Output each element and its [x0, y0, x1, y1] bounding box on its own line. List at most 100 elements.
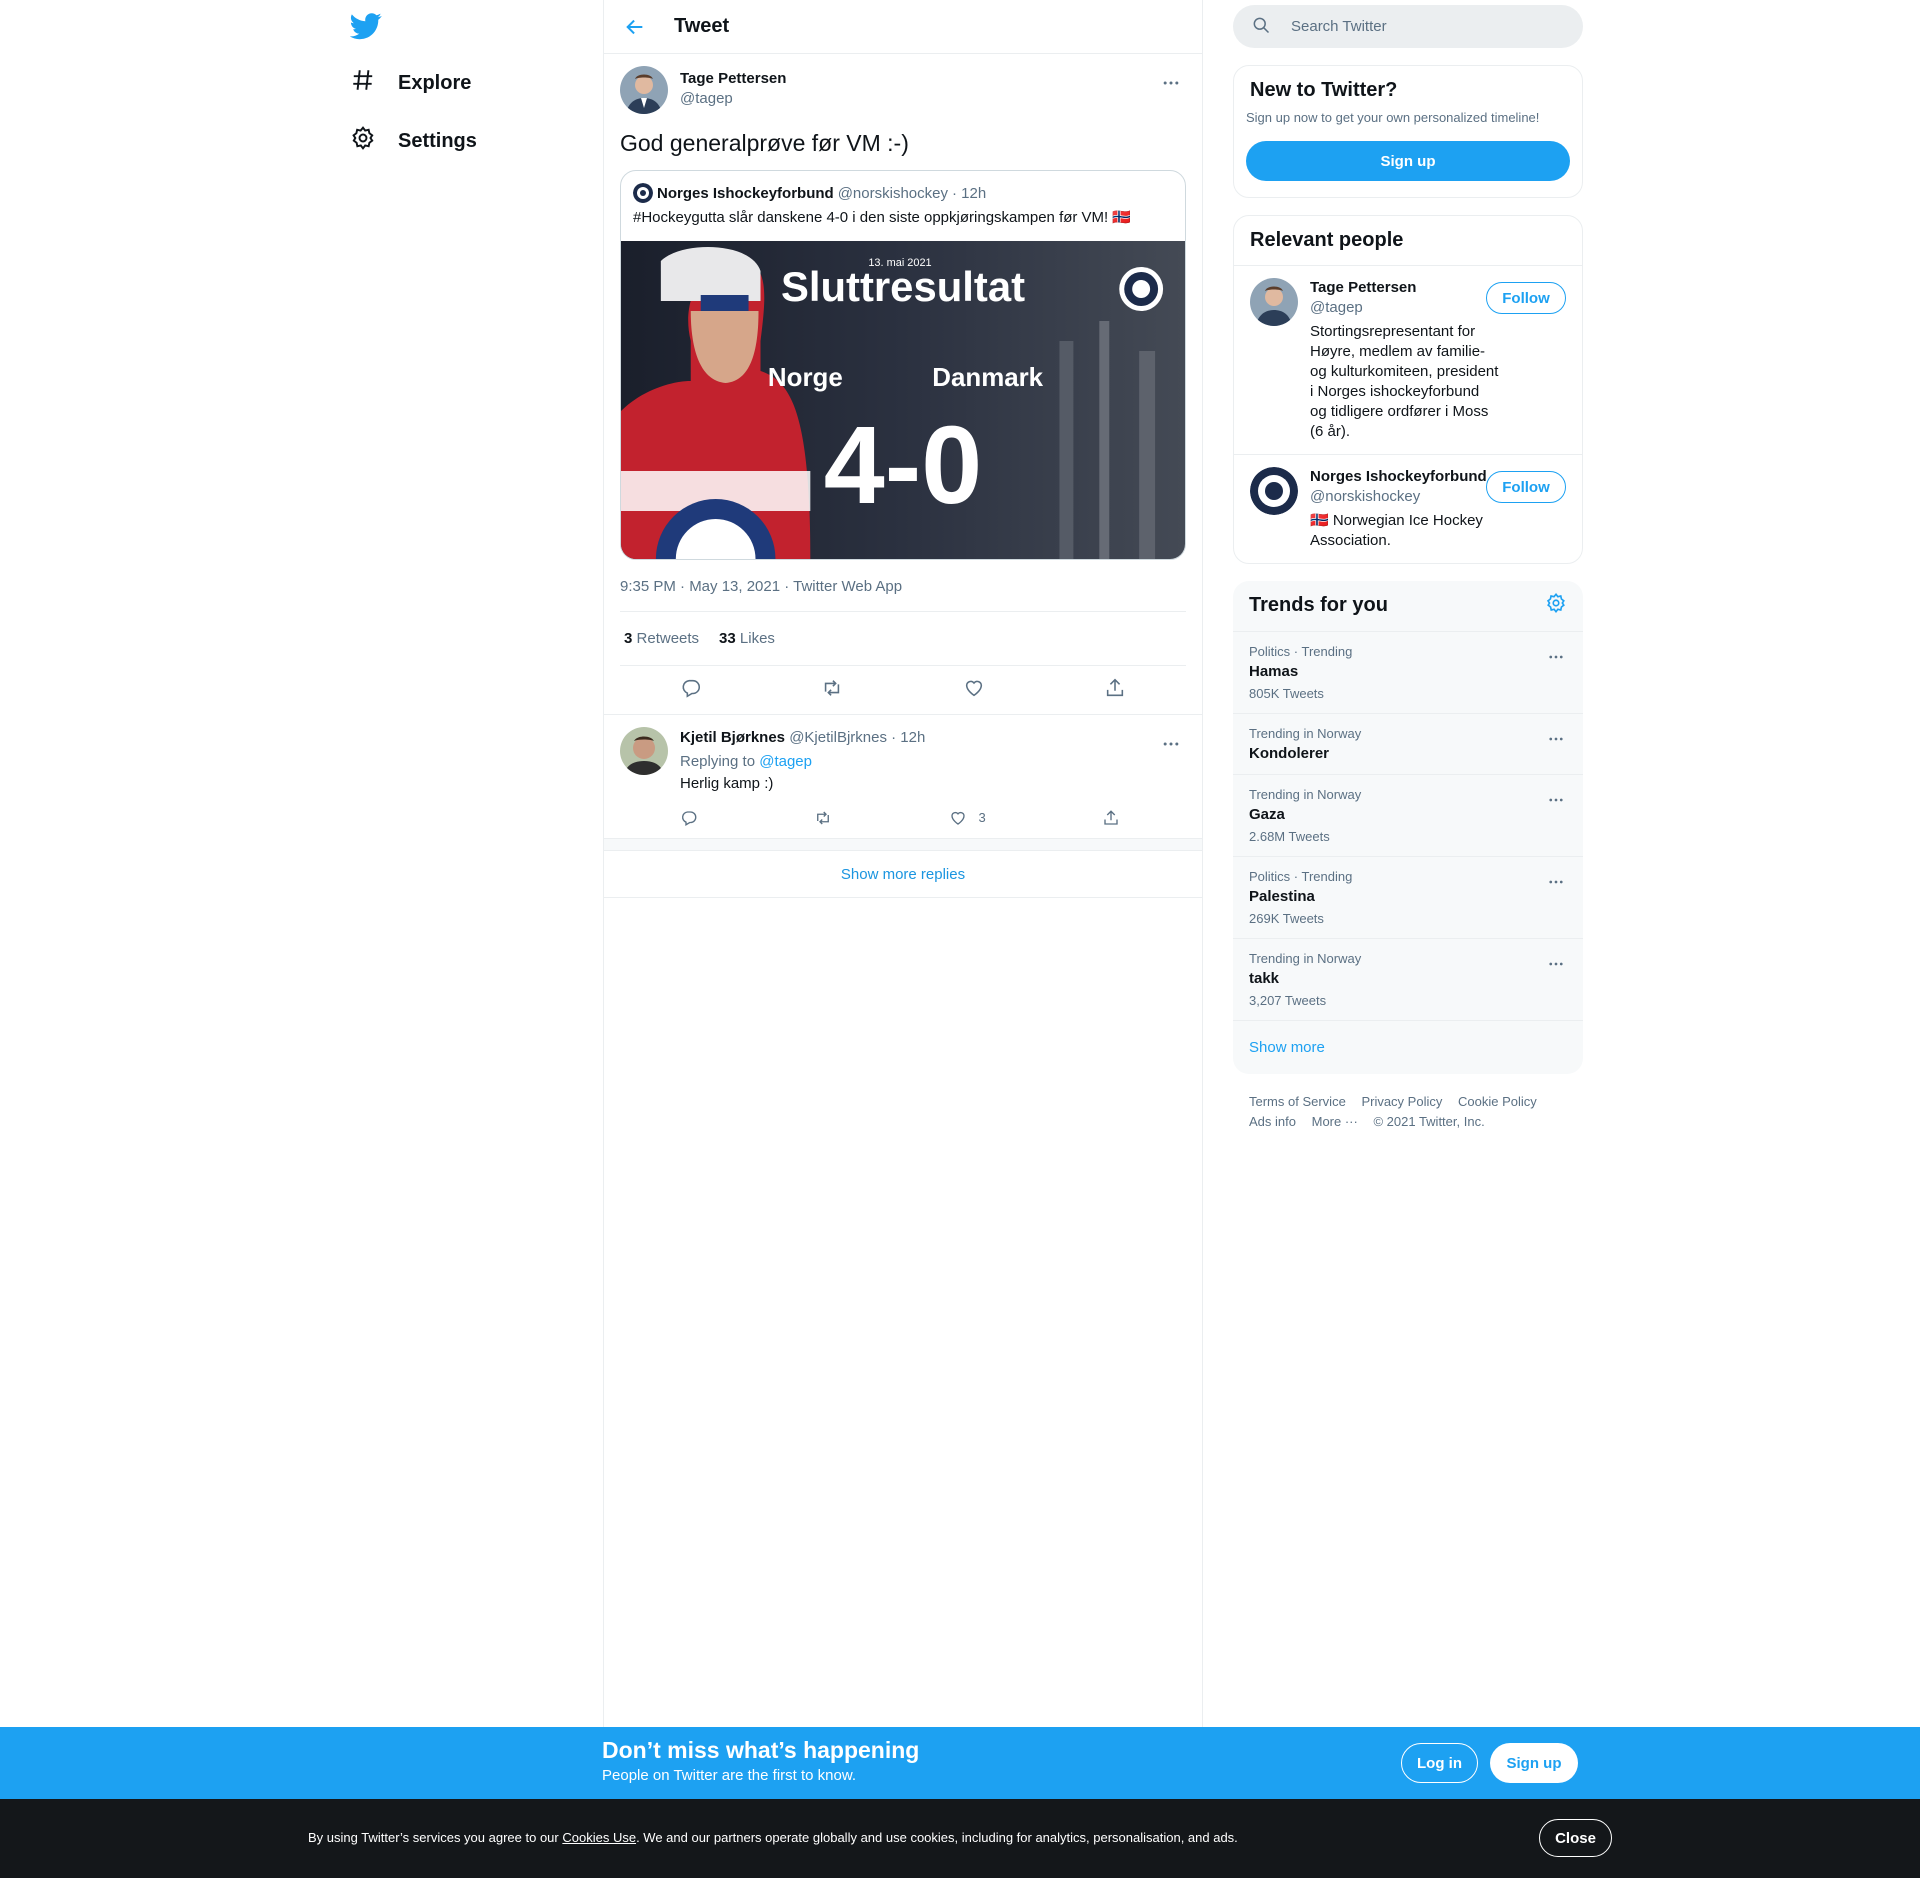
terms-link[interactable]: Terms of Service: [1249, 1094, 1346, 1109]
new-title: New to Twitter?: [1250, 79, 1398, 101]
author-name[interactable]: Tage Pettersen: [680, 69, 786, 89]
author-avatar[interactable]: [620, 66, 668, 114]
twitter-logo-icon[interactable]: [349, 10, 390, 42]
trend-item[interactable]: Politics · Trending Hamas 805K Tweets: [1233, 631, 1583, 713]
person-item[interactable]: Norges Ishockeyforbund @norskishockey 🇳🇴…: [1234, 454, 1582, 563]
replying-to-label: Replying to: [680, 753, 756, 770]
graphic-title: Sluttresultat: [781, 263, 1025, 310]
reply-like-button[interactable]: 3: [949, 807, 986, 829]
more-options-icon[interactable]: [1154, 66, 1188, 100]
main-column: Tweet Tage Pettersen @tagep God generalp…: [603, 0, 1203, 1727]
likes-stat[interactable]: 33 Likes: [719, 630, 775, 647]
quote-text: #Hockeygutta slår danskene 4-0 i den sis…: [633, 209, 1132, 226]
trend-name: Hamas: [1249, 663, 1299, 680]
reply-time: · 12h: [891, 729, 926, 746]
main-tweet: Tage Pettersen @tagep God generalprøve f…: [604, 54, 1202, 714]
show-more-trends[interactable]: Show more: [1233, 1020, 1583, 1074]
nav-settings-label: Settings: [398, 129, 477, 152]
privacy-link[interactable]: Privacy Policy: [1361, 1094, 1442, 1109]
reply-retweet-icon[interactable]: [814, 807, 832, 829]
hashtag-icon: [350, 67, 376, 99]
right-sidebar: Search Twitter New to Twitter? Sign up n…: [1233, 0, 1583, 1150]
trends-settings-icon[interactable]: [1545, 592, 1567, 619]
follow-button[interactable]: Follow: [1486, 282, 1566, 314]
relevant-title: Relevant people: [1250, 229, 1404, 251]
nav-explore-label: Explore: [398, 71, 472, 94]
reply-tweet[interactable]: Kjetil Bjørknes @KjetilBjrknes · 12h Rep…: [604, 714, 1202, 838]
person-name[interactable]: Tage Pettersen: [1310, 278, 1500, 298]
cookies-use-link[interactable]: Cookies Use: [562, 1830, 636, 1845]
back-arrow-icon[interactable]: [618, 10, 652, 44]
nav-settings[interactable]: Settings: [350, 121, 477, 161]
reply-more-icon[interactable]: [1154, 727, 1188, 761]
search-input[interactable]: Search Twitter: [1233, 5, 1583, 48]
ads-info-link[interactable]: Ads info: [1249, 1114, 1296, 1129]
reply-share-icon[interactable]: [1102, 807, 1120, 829]
graphic-team-home: Norge: [768, 364, 843, 392]
reply-author-handle[interactable]: @KjetilBjrknes: [789, 729, 887, 746]
quoted-tweet[interactable]: Norges Ishockeyforbund @norskishockey · …: [620, 170, 1186, 560]
graphic-score: 4-0: [824, 405, 982, 527]
retweet-icon[interactable]: [821, 677, 843, 704]
cookie-suffix: . We and our partners operate globally a…: [636, 1830, 1238, 1845]
signup-banner: Don’t miss what’s happening People on Tw…: [0, 1727, 1920, 1799]
replying-to-handle[interactable]: @tagep: [759, 753, 812, 770]
person-name[interactable]: Norges Ishockeyforbund: [1310, 467, 1500, 487]
banner-signup-button[interactable]: Sign up: [1490, 1743, 1578, 1783]
follow-button[interactable]: Follow: [1486, 471, 1566, 503]
new-to-twitter-card: New to Twitter? Sign up now to get your …: [1233, 65, 1583, 198]
login-button[interactable]: Log in: [1401, 1743, 1478, 1783]
person-handle[interactable]: @norskishockey: [1310, 487, 1500, 507]
sidebar-signup-button[interactable]: Sign up: [1246, 141, 1570, 181]
trend-count: 3,207 Tweets: [1249, 993, 1327, 1008]
nav-explore[interactable]: Explore: [350, 63, 471, 103]
trend-item[interactable]: Trending in Norway takk 3,207 Tweets: [1233, 938, 1583, 1020]
person-bio: 🇳🇴 Norwegian Ice Hockey Association.: [1310, 512, 1483, 549]
trend-context: Politics · Trending: [1249, 644, 1353, 659]
cookie-policy-link[interactable]: Cookie Policy: [1458, 1094, 1537, 1109]
quote-author-name: Norges Ishockeyforbund: [657, 184, 834, 202]
reply-actions: 3: [680, 807, 1120, 829]
trend-count: 269K Tweets: [1249, 911, 1324, 926]
person-item[interactable]: Tage Pettersen @tagep Stortingsrepresent…: [1234, 265, 1582, 454]
quote-time: · 12h: [951, 184, 987, 202]
person-avatar[interactable]: [1250, 467, 1298, 515]
share-icon[interactable]: [1104, 677, 1126, 704]
trend-more-icon[interactable]: [1539, 947, 1573, 981]
cookie-text: By using Twitter’s services you agree to…: [308, 1830, 1238, 1845]
cookie-close-button[interactable]: Close: [1539, 1819, 1612, 1857]
tweet-actions: [620, 666, 1186, 714]
more-link[interactable]: More ···: [1312, 1114, 1358, 1129]
trend-item[interactable]: Trending in Norway Gaza 2.68M Tweets: [1233, 774, 1583, 856]
trend-more-icon[interactable]: [1539, 783, 1573, 817]
page-header: Tweet: [604, 0, 1202, 54]
trend-context: Trending in Norway: [1249, 726, 1362, 741]
trend-context: Trending in Norway: [1249, 951, 1362, 966]
retweets-stat[interactable]: 3 Retweets: [624, 630, 699, 647]
show-more-replies-button[interactable]: Show more replies: [604, 850, 1202, 898]
trend-item[interactable]: Trending in Norway Kondolerer: [1233, 713, 1583, 774]
trend-more-icon[interactable]: [1539, 865, 1573, 899]
like-icon[interactable]: [963, 677, 985, 704]
reply-reply-icon[interactable]: [680, 807, 698, 829]
trends-title: Trends for you: [1249, 594, 1388, 616]
new-subtitle: Sign up now to get your own personalized…: [1246, 110, 1540, 125]
relevant-people-card: Relevant people Tage Pettersen @tagep St…: [1233, 215, 1583, 564]
reply-like-icon: [950, 811, 965, 825]
reply-avatar[interactable]: [620, 727, 668, 775]
quote-avatar: [633, 183, 653, 203]
reply-icon[interactable]: [680, 677, 702, 704]
cookie-prefix: By using Twitter’s services you agree to…: [308, 1830, 559, 1845]
score-graphic[interactable]: 13. mai 2021 Sluttresultat Norge Danmark…: [621, 241, 1185, 559]
author-handle[interactable]: @tagep: [680, 89, 786, 109]
trend-name: Palestina: [1249, 888, 1315, 905]
trend-name: Gaza: [1249, 806, 1285, 823]
trend-more-icon[interactable]: [1539, 722, 1573, 756]
reply-author-name[interactable]: Kjetil Bjørknes: [680, 729, 785, 746]
tweet-text: God generalprøve før VM :-): [620, 130, 909, 156]
person-avatar[interactable]: [1250, 278, 1298, 326]
trend-more-icon[interactable]: [1539, 640, 1573, 674]
person-handle[interactable]: @tagep: [1310, 298, 1500, 318]
trend-item[interactable]: Politics · Trending Palestina 269K Tweet…: [1233, 856, 1583, 938]
trend-count: 805K Tweets: [1249, 686, 1324, 701]
